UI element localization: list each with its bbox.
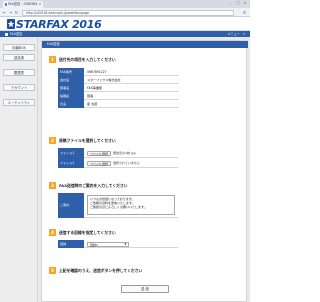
send-button[interactable]: 送 信	[121, 285, 169, 293]
step-5-number: 5	[49, 267, 56, 274]
file-2-label: ファイル2	[58, 158, 84, 168]
fax-number-label: FAX番号	[58, 68, 84, 76]
file-1-name: 発送表の1枚.jpg	[113, 150, 136, 155]
form-row: 会社名 スターファクス株式会社	[58, 76, 178, 84]
message-label: ご案内	[58, 193, 84, 218]
fax-send-panel: FAX送信 1 送付先の項目を入力してください FAX番号 0667891227…	[41, 40, 248, 302]
file-form: ファイル1 ファイル選択 発送表の1枚.jpg ファイル2 ファイル選択 選択さ…	[58, 148, 178, 170]
step-2-number: 2	[49, 137, 56, 144]
step-1-title: 送付先の項目を入力してください	[59, 57, 116, 62]
step-4-title: 送信する回線を指定してください	[59, 230, 116, 235]
browser-menu-icon[interactable]: ≡	[242, 10, 247, 15]
step-3-number: 3	[49, 182, 56, 189]
reload-icon[interactable]: ↻	[14, 10, 19, 15]
fax-icon	[5, 32, 8, 36]
line-form: 回線 回線1 ▼	[58, 240, 178, 248]
step-4-number: 4	[49, 229, 56, 236]
form-row: ファイル2 ファイル選択 選択されていません	[58, 158, 178, 168]
form-row: 部署名 FAX事業部	[58, 84, 178, 92]
address-bar: ← → ↻ http://sf2016.example.jp/webfax/pa…	[0, 8, 250, 17]
sidebar-item-sent[interactable]: 送信済	[3, 54, 35, 61]
step-2-title: 原稿ファイルを選択してください	[59, 138, 116, 143]
url-input[interactable]: http://sf2016.example.jp/webfax/page	[22, 9, 234, 16]
company-label: 会社名	[58, 76, 84, 84]
app-logo-text: STARFAX 2016	[16, 17, 102, 31]
department-label: 部署名	[58, 84, 84, 92]
main-content: FAX送信 1 送付先の項目を入力してください FAX番号 0667891227…	[38, 37, 250, 302]
line-select-value: 回線1	[90, 242, 98, 247]
panel-title: FAX送信	[42, 41, 248, 48]
sidebar: 情報BOX 送信済 履歴表 アカウント ユーティリティ	[0, 37, 38, 302]
browser-tab[interactable]: FAX送信 - STARFAX ×	[3, 1, 43, 8]
tab-title: FAX送信 - STARFAX	[8, 2, 38, 6]
maximize-button[interactable]: □	[235, 1, 241, 6]
step-1-number: 1	[49, 56, 56, 63]
position-label: 役職名	[58, 92, 84, 100]
line-select[interactable]: 回線1 ▼	[87, 241, 129, 247]
star-logo-icon	[7, 19, 15, 29]
file-2-choose-button[interactable]: ファイル選択	[87, 160, 112, 166]
close-window-button[interactable]: ×	[242, 1, 248, 6]
line-label: 回線	[58, 240, 84, 248]
fax-number-field[interactable]: 0667891227	[87, 68, 107, 76]
form-row: 氏名 星 太郎	[58, 100, 178, 108]
form-row: ファイル1 ファイル選択 発送表の1枚.jpg	[58, 148, 178, 158]
step-5-title: 上記を確認のうえ、送信ボタンを押してください	[59, 268, 143, 273]
tab-close-icon[interactable]: ×	[39, 1, 42, 8]
form-row: ご案内 いつもお世話になっております。 ご依頼の資料を送信いたします。 ご確認の…	[58, 193, 178, 218]
back-arrow-icon[interactable]: ←	[2, 10, 7, 15]
message-textarea[interactable]: いつもお世話になっております。 ご依頼の資料を送信いたします。 ご確認のほどよろ…	[87, 195, 175, 215]
name-label: 氏名	[58, 100, 84, 108]
sidebar-item-utility[interactable]: ユーティリティ	[3, 99, 35, 106]
sidebar-item-inbox[interactable]: 情報BOX	[3, 44, 35, 51]
file-2-name: 選択されていません	[113, 160, 140, 165]
file-1-label: ファイル1	[58, 148, 84, 158]
form-row: FAX番号 0667891227	[58, 68, 178, 76]
step-3-title: FAX送信時のご案内を入力してください	[59, 183, 128, 188]
forward-arrow-icon[interactable]: →	[8, 10, 13, 15]
app-header: STARFAX 2016	[0, 17, 250, 31]
message-form: ご案内 いつもお世話になっております。 ご依頼の資料を送信いたします。 ご確認の…	[58, 193, 178, 218]
browser-tab-bar: FAX送信 - STARFAX × – □ ×	[0, 0, 250, 8]
chevron-down-icon: ▼	[124, 242, 127, 246]
form-row: 役職名 部長	[58, 92, 178, 100]
position-field[interactable]: 部長	[87, 92, 93, 100]
favicon-icon	[4, 3, 7, 6]
minimize-button[interactable]: –	[228, 1, 234, 6]
sidebar-item-history[interactable]: 履歴表	[3, 69, 35, 76]
form-row: 回線 回線1 ▼	[58, 240, 178, 248]
name-field[interactable]: 星 太郎	[87, 100, 97, 108]
company-field[interactable]: スターファクス株式会社	[87, 76, 121, 84]
sidebar-item-account[interactable]: アカウント	[3, 84, 35, 91]
department-field[interactable]: FAX事業部	[87, 84, 102, 92]
file-1-choose-button[interactable]: ファイル選択	[87, 150, 112, 156]
recipient-form: FAX番号 0667891227 会社名 スターファクス株式会社 部署名 FAX…	[58, 68, 178, 108]
window-controls: – □ ×	[228, 1, 248, 7]
